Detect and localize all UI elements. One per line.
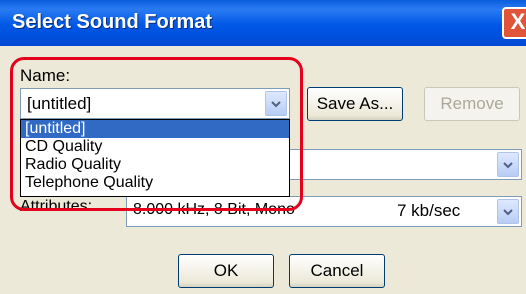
name-dropdown-list: [untitled] CD Quality Radio Quality Tele… bbox=[20, 119, 290, 197]
save-as-button[interactable]: Save As... bbox=[307, 87, 403, 121]
remove-button[interactable]: Remove bbox=[424, 87, 520, 121]
attributes-rate: 7 kb/sec bbox=[397, 201, 461, 220]
dropdown-option-radio-quality[interactable]: Radio Quality bbox=[21, 156, 289, 174]
close-icon: X bbox=[510, 9, 526, 34]
name-select[interactable]: [untitled] bbox=[20, 88, 290, 119]
dropdown-option-cd-quality[interactable]: CD Quality bbox=[21, 138, 289, 156]
attributes-dropdown-button[interactable] bbox=[497, 199, 519, 224]
chevron-down-icon bbox=[503, 162, 513, 169]
chevron-down-icon bbox=[271, 101, 281, 108]
title-bar: Select Sound Format X bbox=[0, 0, 526, 46]
dropdown-option-untitled[interactable]: [untitled] bbox=[21, 120, 289, 138]
name-select-value: [untitled] bbox=[27, 94, 92, 113]
attributes-select[interactable]: 8.000 kHz, 8 Bit, Mono 7 kb/sec bbox=[126, 196, 522, 227]
dropdown-option-telephone-quality[interactable]: Telephone Quality bbox=[21, 174, 289, 192]
attributes-value: 8.000 kHz, 8 Bit, Mono bbox=[133, 201, 295, 218]
ok-button[interactable]: OK bbox=[178, 254, 274, 288]
window-title: Select Sound Format bbox=[12, 11, 213, 33]
name-label: Name: bbox=[20, 66, 71, 85]
chevron-down-icon bbox=[503, 209, 513, 216]
cancel-button[interactable]: Cancel bbox=[289, 254, 385, 288]
close-button[interactable]: X bbox=[502, 7, 526, 39]
format-dropdown-button[interactable] bbox=[497, 152, 519, 177]
attributes-label: Attributes: bbox=[20, 198, 93, 215]
name-dropdown-button[interactable] bbox=[265, 91, 287, 116]
